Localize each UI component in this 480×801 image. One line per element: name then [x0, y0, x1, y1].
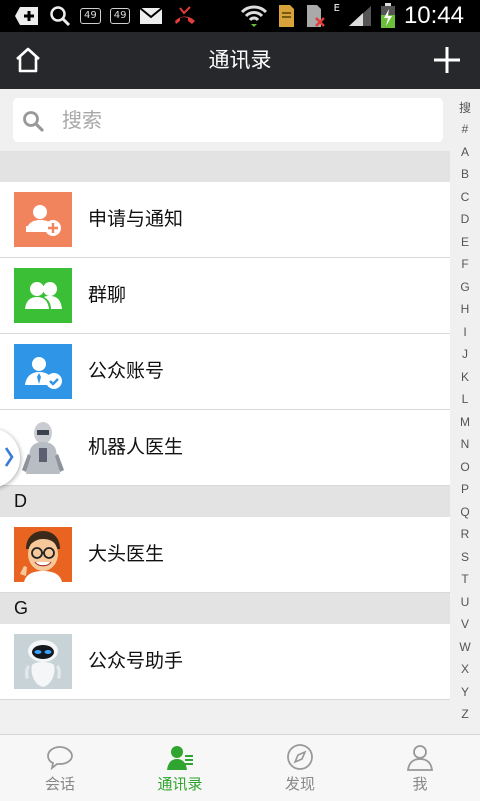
index-letter[interactable]: G	[450, 280, 480, 294]
section-header: D	[0, 486, 450, 517]
compass-icon	[287, 744, 313, 770]
index-letter[interactable]: O	[450, 460, 480, 474]
index-letter[interactable]: S	[450, 550, 480, 564]
contact-list: 申请与通知 群聊 公众账号 机器人医生 D 大头医生 G 公众号助手	[0, 151, 450, 700]
index-letter[interactable]: W	[450, 640, 480, 654]
sd-card-icon	[276, 5, 296, 27]
missed-call-icon	[172, 5, 198, 27]
section-header: G	[0, 593, 450, 624]
eve-robot-avatar	[14, 634, 72, 689]
status-bar: 49 49 E 10:44	[0, 0, 480, 32]
person-add-icon	[14, 192, 72, 247]
tab-discover[interactable]: 发现	[240, 735, 360, 801]
index-letter[interactable]: V	[450, 617, 480, 631]
index-letter[interactable]: M	[450, 415, 480, 429]
bottom-tab-bar: 会话 通讯录 发现 我	[0, 734, 480, 801]
index-letter[interactable]: B	[450, 167, 480, 181]
list-item[interactable]: 申请与通知	[0, 182, 450, 258]
index-letter[interactable]: A	[450, 145, 480, 159]
wifi-icon	[240, 5, 268, 27]
search-area: 搜索	[0, 89, 450, 151]
index-letter[interactable]: #	[450, 122, 480, 136]
battery-icon	[380, 3, 396, 28]
search-notification-icon	[49, 5, 71, 27]
doctor-avatar	[14, 527, 72, 582]
chevron-right-icon	[4, 447, 14, 467]
index-letter[interactable]: T	[450, 572, 480, 586]
robot-avatar	[14, 420, 72, 475]
index-letter[interactable]: 搜	[450, 99, 480, 116]
no-sim-icon	[304, 5, 326, 27]
index-letter[interactable]: R	[450, 527, 480, 541]
app-bar: 通讯录	[0, 32, 480, 89]
tab-label: 会话	[44, 775, 75, 793]
plus-icon[interactable]	[432, 45, 462, 75]
index-letter[interactable]: D	[450, 212, 480, 226]
notification-badge: 49	[109, 8, 131, 24]
chat-bubble-icon	[47, 746, 73, 771]
list-item-label: 机器人医生	[88, 436, 184, 458]
list-item[interactable]: 大头医生	[0, 517, 450, 593]
index-letter[interactable]: F	[450, 257, 480, 271]
index-letter[interactable]: Y	[450, 685, 480, 699]
list-item[interactable]: 公众账号	[0, 334, 450, 410]
group-icon	[14, 268, 72, 323]
index-letter[interactable]: U	[450, 595, 480, 609]
search-placeholder: 搜索	[62, 108, 102, 132]
tab-me[interactable]: 我	[360, 735, 480, 801]
index-letter[interactable]: Q	[450, 505, 480, 519]
network-type: E	[333, 2, 340, 14]
list-item-label: 群聊	[88, 284, 127, 306]
search-input[interactable]: 搜索	[13, 98, 443, 142]
list-item-label: 大头医生	[88, 543, 165, 565]
list-item-label: 公众账号	[88, 360, 165, 382]
index-letter[interactable]: Z	[450, 707, 480, 721]
index-letter[interactable]: P	[450, 482, 480, 496]
tab-label: 我	[412, 775, 428, 793]
index-letter[interactable]: E	[450, 235, 480, 249]
index-letter[interactable]: N	[450, 437, 480, 451]
notification-badge: 49	[80, 8, 101, 24]
clock: 10:44	[403, 2, 464, 29]
tab-label: 发现	[284, 775, 315, 793]
person-icon	[406, 745, 434, 771]
list-item[interactable]: 群聊	[0, 258, 450, 334]
index-letter[interactable]: H	[450, 302, 480, 316]
signal-icon	[348, 5, 372, 27]
contacts-icon	[167, 746, 193, 770]
tab-contacts[interactable]: 通讯录	[120, 735, 240, 801]
list-item[interactable]: 公众号助手	[0, 624, 450, 700]
index-letter[interactable]: J	[450, 347, 480, 361]
index-letter[interactable]: C	[450, 190, 480, 204]
list-item-label: 公众号助手	[88, 650, 184, 672]
index-letter[interactable]: X	[450, 662, 480, 676]
list-item[interactable]: 机器人医生	[0, 410, 450, 486]
section-header	[0, 151, 450, 182]
person-verified-icon	[14, 344, 72, 399]
page-title: 通讯录	[208, 48, 272, 72]
list-item-label: 申请与通知	[88, 208, 184, 230]
mail-icon	[139, 5, 164, 27]
tab-chats[interactable]: 会话	[0, 735, 120, 801]
alphabet-index-bar[interactable]: 搜 # A B C D E F G H I J K L M N O P Q R …	[450, 89, 480, 734]
add-notification-icon	[14, 5, 40, 27]
index-letter[interactable]: I	[450, 325, 480, 339]
index-letter[interactable]: K	[450, 370, 480, 384]
index-letter[interactable]: L	[450, 392, 480, 406]
search-icon	[23, 111, 44, 132]
tab-label: 通讯录	[157, 775, 203, 793]
